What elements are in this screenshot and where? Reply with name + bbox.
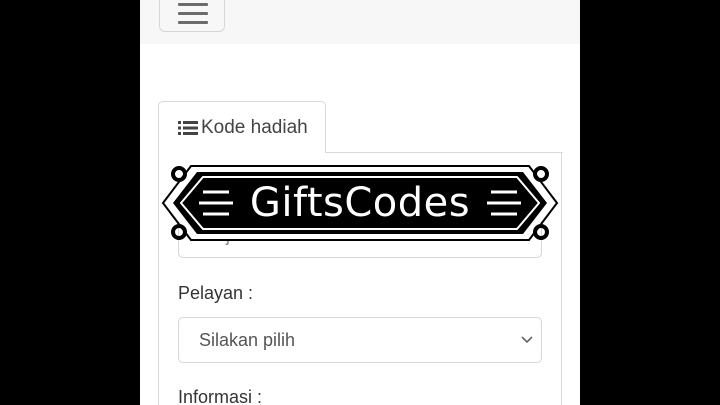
menu-toggle-button[interactable] — [159, 0, 225, 32]
giftscodes-banner: GiftsCodes — [161, 160, 559, 246]
info-label: Informasi : — [178, 387, 263, 405]
service-select[interactable]: Silakan pilih — [178, 317, 542, 363]
hamburger-icon-bar — [178, 21, 208, 24]
service-select-value: Silakan pilih — [199, 330, 296, 350]
list-icon — [178, 120, 198, 135]
navbar — [140, 0, 580, 44]
tab-kode-hadiah[interactable]: Kode hadiah — [158, 101, 326, 153]
hamburger-icon-bar — [178, 12, 208, 15]
panel-border — [325, 152, 563, 153]
banner-title: GiftsCodes — [249, 180, 471, 226]
hamburger-icon — [178, 3, 208, 6]
tab-label: Kode hadiah — [201, 116, 308, 138]
chevron-down-icon — [521, 336, 533, 344]
service-label: Pelayan : — [178, 283, 254, 303]
